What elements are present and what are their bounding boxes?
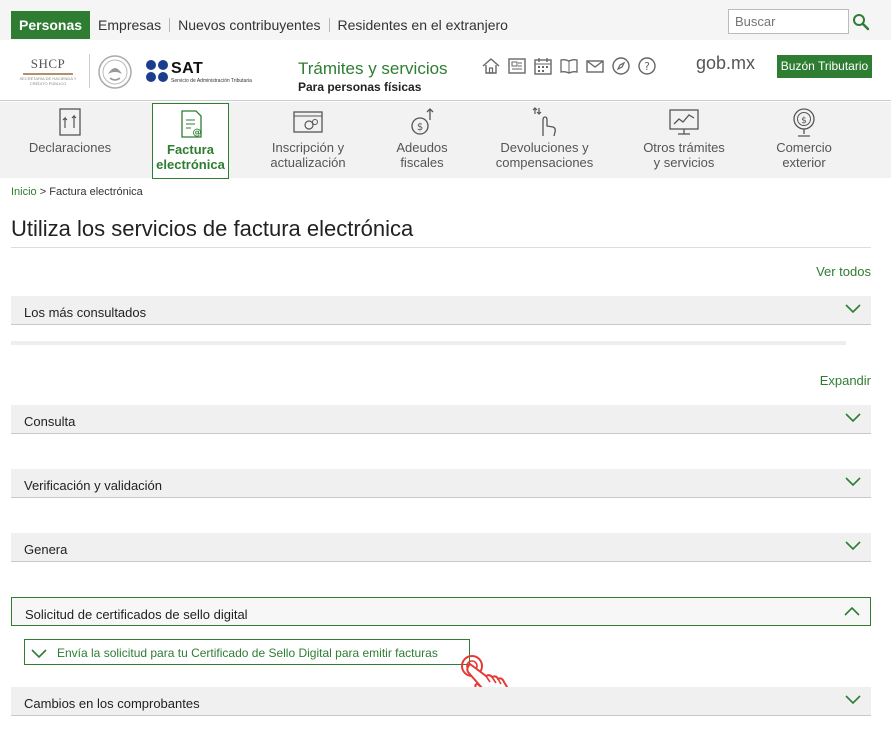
national-emblem-icon: [98, 55, 132, 89]
accordion-solicitud-certificados[interactable]: Solicitud de certificados de sello digit…: [11, 597, 871, 626]
buzon-tributario-button[interactable]: Buzón Tributario: [777, 55, 872, 78]
site-header: SHCP SECRETARÍA DE HACIENDA Y CRÉDITO PÚ…: [0, 40, 891, 101]
category-label: Otros trámites: [643, 140, 725, 155]
book-icon[interactable]: [559, 56, 579, 76]
subitem-envia-solicitud-csd[interactable]: Envía la solicitud para tu Certificado d…: [24, 639, 470, 665]
accordion-label: Consulta: [24, 414, 76, 429]
category-label: compensaciones: [495, 155, 594, 170]
page-title: Utiliza los servicios de factura electró…: [11, 216, 414, 241]
sat-dots-icon: [146, 60, 168, 82]
tab-personas[interactable]: Personas: [11, 11, 91, 39]
search-input[interactable]: [728, 9, 849, 34]
sat-logo-subtitle: Servicio de Administración Tributaria: [171, 78, 252, 84]
ver-todos-link[interactable]: Ver todos: [816, 264, 871, 279]
registration-icon: [293, 111, 323, 133]
category-comercio-exterior[interactable]: $ Comercio exterior: [760, 102, 848, 178]
category-devoluciones[interactable]: Devoluciones y compensaciones: [492, 102, 597, 178]
chevron-down-icon: [31, 649, 47, 659]
shcp-logo[interactable]: SHCP SECRETARÍA DE HACIENDA Y CRÉDITO PÚ…: [17, 56, 79, 86]
category-label: Declaraciones: [28, 140, 112, 155]
category-label: y servicios: [653, 155, 715, 170]
subitem-label: Envía la solicitud para tu Certificado d…: [57, 646, 438, 660]
calendar-icon[interactable]: [533, 56, 553, 76]
title-divider: [11, 247, 871, 248]
shcp-logo-subtitle: SECRETARÍA DE HACIENDA Y CRÉDITO PÚBLICO: [19, 76, 77, 86]
news-icon[interactable]: [507, 56, 527, 76]
accordion-label: Verificación y validación: [24, 478, 163, 493]
breadcrumb-current: Factura electrónica: [49, 186, 143, 198]
tab-nuevos-contribuyentes[interactable]: Nuevos contribuyentes: [170, 11, 328, 39]
category-nav: Declaraciones @ Factura electrónica Insc…: [0, 102, 891, 179]
declarations-icon: [59, 108, 81, 136]
sat-logo[interactable]: SAT Servicio de Administración Tributari…: [145, 58, 275, 86]
category-adeudos[interactable]: $ Adeudos fiscales: [381, 102, 463, 178]
category-label: Adeudos: [396, 140, 448, 155]
category-label: Factura: [167, 142, 214, 157]
section-subtitle: Para personas físicas: [298, 80, 422, 94]
category-label: Inscripción y: [271, 140, 345, 155]
accordion-label: Cambios en los comprobantes: [24, 696, 200, 711]
expandir-link[interactable]: Expandir: [820, 373, 871, 388]
search-icon: [853, 13, 870, 30]
category-label: Comercio: [776, 140, 832, 155]
accordion-label: Genera: [24, 542, 68, 557]
header-icon-bar: ?: [481, 56, 657, 76]
section-title: Trámites y servicios: [298, 59, 448, 78]
accordion-label: Los más consultados: [24, 305, 147, 320]
breadcrumb: Inicio > Factura electrónica: [11, 186, 143, 198]
mail-icon[interactable]: [585, 56, 605, 76]
debts-icon: $: [411, 108, 434, 135]
category-factura-electronica[interactable]: @ Factura electrónica: [152, 103, 229, 179]
chevron-down-icon: [845, 695, 861, 705]
svg-text:$: $: [801, 116, 807, 126]
breadcrumb-separator: >: [39, 186, 47, 198]
foreign-trade-icon: $: [793, 108, 815, 137]
refunds-icon: [532, 107, 556, 137]
accordion-label: Solicitud de certificados de sello digit…: [25, 607, 248, 622]
compass-icon[interactable]: [611, 56, 631, 76]
other-services-icon: [669, 109, 699, 135]
accordion-verificacion[interactable]: Verificación y validación: [11, 469, 871, 498]
chevron-up-icon: [844, 606, 860, 616]
chevron-down-icon: [845, 541, 861, 551]
gobmx-link[interactable]: gob.mx: [696, 53, 755, 74]
accordion-mas-consultados[interactable]: Los más consultados: [11, 296, 871, 325]
chevron-down-icon: [845, 413, 861, 423]
category-label: electrónica: [156, 157, 225, 172]
svg-text:$: $: [417, 122, 423, 133]
accordion-cambios-comprobantes[interactable]: Cambios en los comprobantes: [11, 687, 871, 716]
logo-divider: [89, 54, 90, 88]
chevron-down-icon: [845, 304, 861, 314]
top-bar: Personas Empresas Nuevos contribuyentes …: [0, 0, 891, 40]
shcp-logo-text: SHCP: [30, 56, 66, 71]
search-button[interactable]: [850, 9, 872, 34]
category-label: fiscales: [400, 155, 444, 170]
shcp-logo-rule: [23, 73, 73, 75]
accordion-genera[interactable]: Genera: [11, 533, 871, 562]
help-icon[interactable]: ?: [637, 56, 657, 76]
chevron-down-icon: [845, 477, 861, 487]
category-label: actualización: [270, 155, 346, 170]
sat-logo-text: SAT: [171, 60, 204, 77]
category-declaraciones[interactable]: Declaraciones: [14, 102, 126, 178]
svg-text:?: ?: [644, 60, 650, 73]
invoice-icon: @: [180, 110, 202, 138]
svg-text:@: @: [192, 128, 201, 138]
category-label: Devoluciones y: [500, 140, 589, 155]
tab-residentes-extranjero[interactable]: Residentes en el extranjero: [330, 11, 516, 39]
breadcrumb-home-link[interactable]: Inicio: [11, 186, 37, 198]
category-inscripcion[interactable]: Inscripción y actualización: [258, 102, 358, 178]
category-label: exterior: [782, 155, 826, 170]
audience-tabs: Personas Empresas Nuevos contribuyentes …: [11, 11, 516, 39]
section-divider: [11, 341, 846, 345]
category-otros-tramites[interactable]: Otros trámites y servicios: [634, 102, 734, 178]
tab-empresas[interactable]: Empresas: [90, 11, 169, 39]
accordion-consulta[interactable]: Consulta: [11, 405, 871, 434]
home-icon[interactable]: [481, 56, 501, 76]
